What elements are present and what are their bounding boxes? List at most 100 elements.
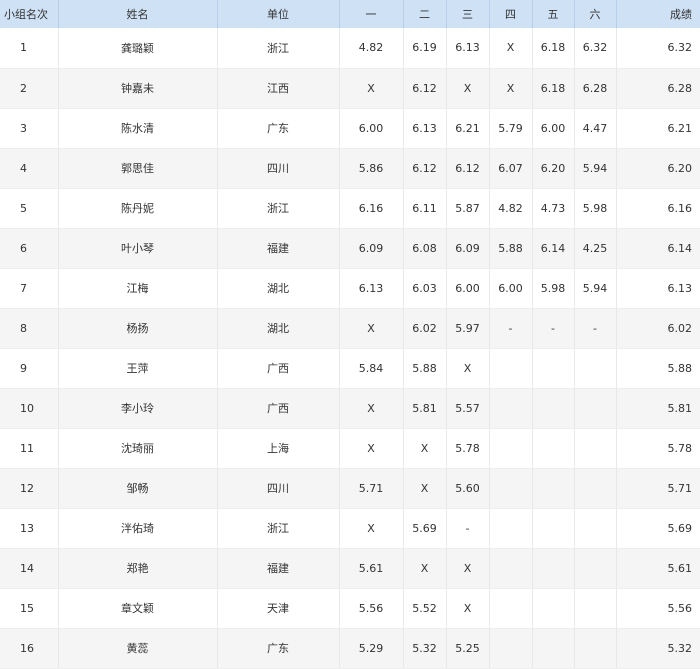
attempt-2-cell: X: [403, 468, 447, 509]
attempt-4-cell: [489, 348, 533, 389]
attempt-2-cell: X: [403, 428, 447, 469]
attempt-1-cell: 5.86: [339, 148, 404, 189]
table-row: 3 陈水清 广东 6.00 6.13 6.21 5.79 6.00 4.47 6.21: [0, 108, 700, 149]
unit-cell: 湖北: [217, 268, 340, 309]
header-unit: 单位: [217, 0, 340, 28]
rank-cell: 4: [0, 148, 59, 189]
attempt-4-cell: X: [489, 68, 533, 109]
result-cell: 5.69: [616, 508, 700, 549]
attempt-4-cell: -: [489, 308, 533, 349]
attempt-3-cell: 5.78: [446, 428, 490, 469]
header-rank: 小组名次: [0, 0, 59, 28]
attempt-1-cell: 6.09: [339, 228, 404, 269]
attempt-2-cell: 6.11: [403, 188, 447, 229]
attempt-3-cell: -: [446, 508, 490, 549]
name-cell: 郑艳: [58, 548, 218, 589]
attempt-4-cell: [489, 468, 533, 509]
result-cell: 6.14: [616, 228, 700, 269]
attempt-3-cell: 6.21: [446, 108, 490, 149]
attempt-3-cell: X: [446, 588, 490, 629]
attempt-1-cell: 4.82: [339, 28, 404, 69]
name-cell: 郭思佳: [58, 148, 218, 189]
attempt-2-cell: 5.52: [403, 588, 447, 629]
attempt-4-cell: X: [489, 28, 533, 69]
unit-cell: 上海: [217, 428, 340, 469]
rank-cell: 16: [0, 628, 59, 669]
attempt-4-cell: 5.79: [489, 108, 533, 149]
attempt-3-cell: 6.00: [446, 268, 490, 309]
attempt-6-cell: 6.28: [574, 68, 617, 109]
attempt-1-cell: 6.13: [339, 268, 404, 309]
attempt-5-cell: [532, 388, 575, 429]
attempt-6-cell: -: [574, 308, 617, 349]
unit-cell: 天津: [217, 588, 340, 629]
table-row: 1 龚璐颖 浙江 4.82 6.19 6.13 X 6.18 6.32 6.32: [0, 28, 700, 69]
attempt-5-cell: [532, 548, 575, 589]
rank-cell: 6: [0, 228, 59, 269]
unit-cell: 广东: [217, 628, 340, 669]
table-row: 5 陈丹妮 浙江 6.16 6.11 5.87 4.82 4.73 5.98 6.16: [0, 188, 700, 229]
result-cell: 5.81: [616, 388, 700, 429]
name-cell: 邹畅: [58, 468, 218, 509]
attempt-5-cell: 6.18: [532, 28, 575, 69]
unit-cell: 浙江: [217, 508, 340, 549]
attempt-1-cell: 5.29: [339, 628, 404, 669]
attempt-2-cell: 6.19: [403, 28, 447, 69]
header-result: 成绩: [670, 8, 692, 21]
unit-cell: 福建: [217, 548, 340, 589]
rank-cell: 1: [0, 28, 59, 69]
rank-cell: 8: [0, 308, 59, 349]
attempt-2-cell: 5.81: [403, 388, 447, 429]
attempt-2-cell: 6.08: [403, 228, 447, 269]
attempt-1-cell: 6.00: [339, 108, 404, 149]
name-cell: 沈琦丽: [58, 428, 218, 469]
name-cell: 叶小琴: [58, 228, 218, 269]
header-attempt-3: 三: [446, 0, 490, 28]
attempt-1-cell: X: [339, 388, 404, 429]
attempt-6-cell: [574, 468, 617, 509]
attempt-1-cell: X: [339, 68, 404, 109]
attempt-6-cell: [574, 588, 617, 629]
attempt-6-cell: 6.32: [574, 28, 617, 69]
result-cell: 6.20: [616, 148, 700, 189]
attempt-2-cell: 5.69: [403, 508, 447, 549]
rank-cell: 12: [0, 468, 59, 509]
attempt-2-cell: X: [403, 548, 447, 589]
attempt-1-cell: 5.71: [339, 468, 404, 509]
rank-cell: 14: [0, 548, 59, 589]
attempt-2-cell: 6.12: [403, 68, 447, 109]
attempt-3-cell: 5.87: [446, 188, 490, 229]
header-attempt-2: 二: [403, 0, 447, 28]
attempt-6-cell: [574, 508, 617, 549]
name-cell: 陈水清: [58, 108, 218, 149]
attempt-1-cell: X: [339, 308, 404, 349]
attempt-2-cell: 6.12: [403, 148, 447, 189]
unit-cell: 福建: [217, 228, 340, 269]
rank-cell: 3: [0, 108, 59, 149]
attempt-3-cell: X: [446, 548, 490, 589]
result-cell: 6.13: [616, 268, 700, 309]
attempt-3-cell: X: [446, 348, 490, 389]
table-row: 15 章文颖 天津 5.56 5.52 X 5.56: [0, 588, 700, 629]
name-cell: 泮佑琦: [58, 508, 218, 549]
table-row: 10 李小玲 广西 X 5.81 5.57 5.81: [0, 388, 700, 429]
attempt-3-cell: 5.97: [446, 308, 490, 349]
result-cell: 6.28: [616, 68, 700, 109]
attempt-6-cell: [574, 628, 617, 669]
header-name: 姓名: [58, 0, 218, 28]
attempt-3-cell: 5.60: [446, 468, 490, 509]
table-row: 13 泮佑琦 浙江 X 5.69-5.69: [0, 508, 700, 549]
attempt-2-cell: 6.02: [403, 308, 447, 349]
attempt-6-cell: [574, 548, 617, 589]
attempt-5-cell: [532, 348, 575, 389]
attempt-1-cell: 6.16: [339, 188, 404, 229]
unit-cell: 浙江: [217, 188, 340, 229]
attempt-3-cell: 5.25: [446, 628, 490, 669]
table-row: 9 王萍 广西 5.84 5.88 X 5.88: [0, 348, 700, 389]
table-row: 4 郭思佳 四川 5.86 6.12 6.12 6.07 6.20 5.94 6.20: [0, 148, 700, 189]
header-attempt-4: 四: [489, 0, 533, 28]
attempt-1-cell: 5.84: [339, 348, 404, 389]
attempt-1-cell: 5.61: [339, 548, 404, 589]
attempt-6-cell: [574, 428, 617, 469]
result-cell: 5.78: [616, 428, 700, 469]
